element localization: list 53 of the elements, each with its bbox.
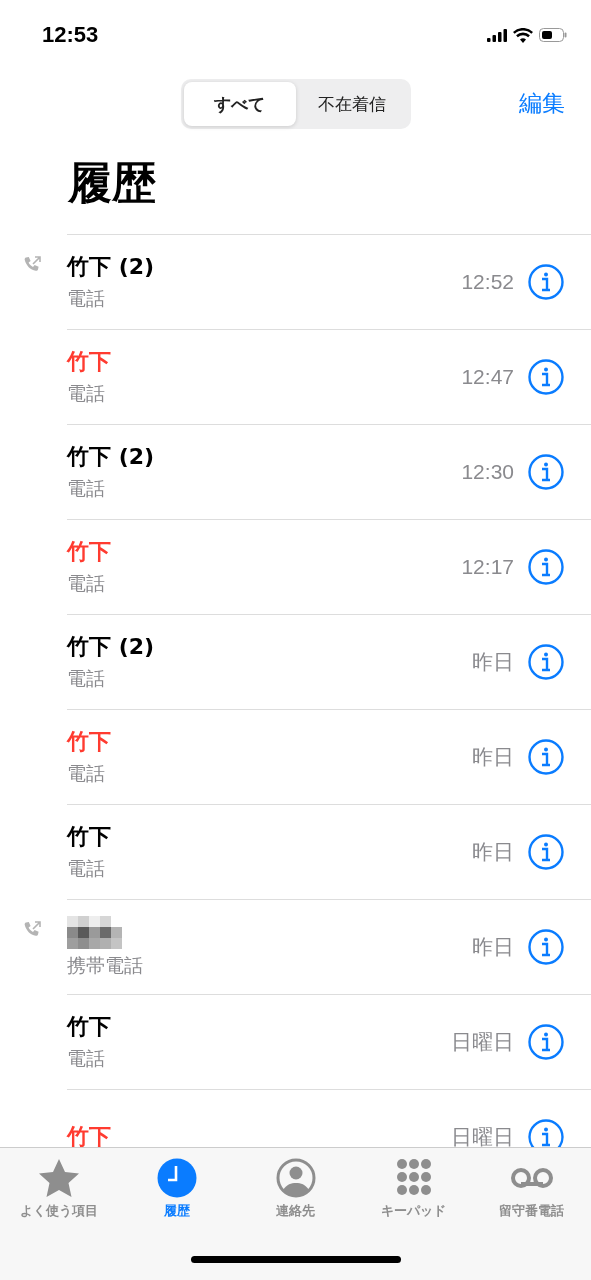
caller-name: 竹下 (67, 538, 111, 566)
call-time: 12:30 (461, 460, 514, 484)
battery-icon (539, 28, 567, 42)
info-icon[interactable] (528, 739, 564, 775)
caller-name: 竹下 (67, 1123, 111, 1147)
call-time: 日曜日 (451, 1029, 514, 1055)
wifi-icon (513, 27, 533, 43)
caller-name: 竹下 (2) (67, 633, 155, 661)
call-type: 電話 (67, 286, 105, 311)
call-type: 電話 (67, 761, 105, 786)
caller-name: 竹下 (67, 823, 111, 851)
tab-item[interactable]: 連絡先 (236, 1158, 355, 1220)
call-time: 昨日 (472, 744, 514, 770)
call-time: 12:47 (461, 365, 514, 389)
caller-name: 竹下 (67, 728, 111, 756)
info-icon[interactable] (528, 644, 564, 680)
info-icon[interactable] (528, 549, 564, 585)
info-icon[interactable] (528, 359, 564, 395)
call-time: 12:52 (461, 270, 514, 294)
call-time: 12:17 (461, 555, 514, 579)
info-icon[interactable] (528, 1024, 564, 1060)
signal-icon (487, 28, 507, 42)
call-type: 携帯電話 (67, 952, 143, 978)
tab-item[interactable]: 留守番電話 (472, 1158, 591, 1220)
tab-item[interactable]: キーパッド (354, 1158, 473, 1220)
caller-name: 竹下 (2) (67, 443, 155, 471)
redacted-name (67, 915, 122, 949)
page-title: 履歴 (67, 156, 157, 210)
info-icon[interactable] (528, 1119, 564, 1147)
info-icon[interactable] (528, 264, 564, 300)
call-time: 昨日 (472, 934, 514, 960)
info-icon[interactable] (528, 929, 564, 965)
tab-item[interactable]: 履歴 (118, 1158, 237, 1220)
call-time: 昨日 (472, 839, 514, 865)
caller-name: 竹下 (67, 348, 111, 376)
call-type: 電話 (67, 856, 105, 881)
call-time: 昨日 (472, 649, 514, 675)
call-type: 電話 (67, 666, 105, 691)
call-type: 電話 (67, 476, 105, 501)
status-time: 12:53 (42, 22, 99, 48)
caller-name: 竹下 (2) (67, 253, 155, 281)
segment-tab[interactable]: すべて (183, 82, 296, 126)
call-type: 電話 (67, 381, 105, 406)
tab-item[interactable]: よく使う項目 (0, 1158, 119, 1220)
info-icon[interactable] (528, 454, 564, 490)
call-time: 日曜日 (451, 1124, 514, 1147)
edit-button[interactable]: 編集 (519, 88, 565, 119)
caller-name: 竹下 (67, 1013, 111, 1041)
star-icon (37, 1158, 82, 1198)
call-type: 電話 (67, 1046, 105, 1071)
call-type: 電話 (67, 571, 105, 596)
segment-tab[interactable]: 不在着信 (295, 82, 408, 126)
info-icon[interactable] (528, 834, 564, 870)
